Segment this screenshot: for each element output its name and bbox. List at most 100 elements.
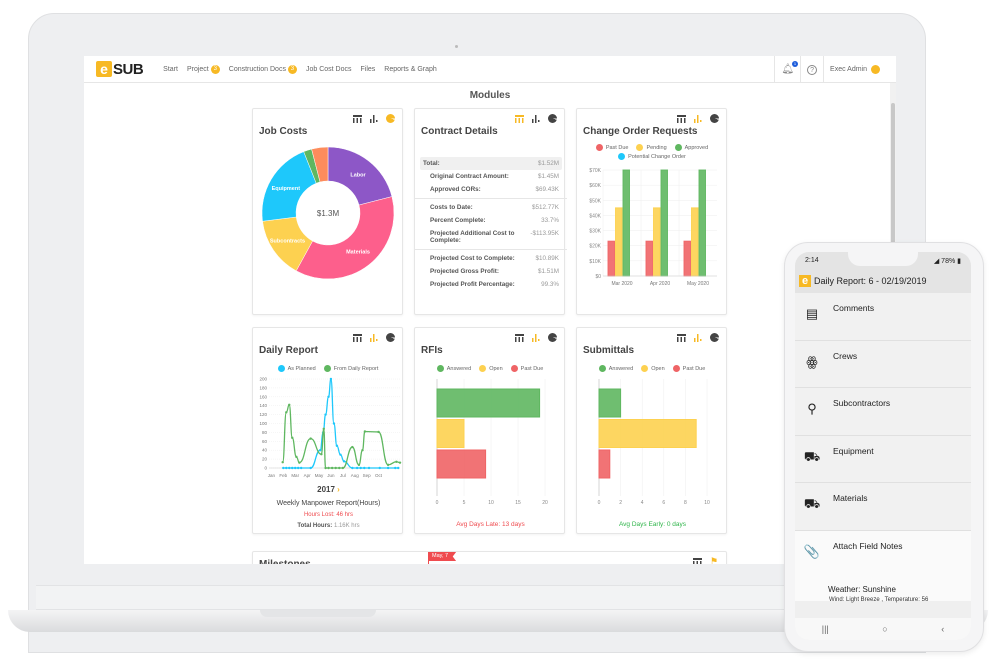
nav-reports-graph[interactable]: Reports & Graph <box>384 66 437 73</box>
milestone-flag[interactable]: May, 7 <box>428 552 457 561</box>
pie-chart-view-icon[interactable] <box>386 114 395 123</box>
hours-lost-value: 46 hrs <box>336 512 354 518</box>
phone-menu-item[interactable]: ⛟ Equipment <box>795 435 971 483</box>
laptop-trackpad-notch <box>260 610 376 617</box>
data-point <box>332 422 336 425</box>
table-view-icon[interactable] <box>515 114 524 123</box>
row-value: $69.43K <box>535 186 559 193</box>
phone-menu-item[interactable]: ꙮ Crews <box>795 340 971 388</box>
data-point <box>335 444 339 447</box>
data-point <box>341 466 345 470</box>
nav-project[interactable]: Project 3 <box>187 64 220 74</box>
pie-chart-view-icon[interactable] <box>548 333 557 342</box>
data-point <box>378 466 381 470</box>
chart-legend: Past Due Pending Approved Potential Change … <box>587 144 717 160</box>
detail-row: Projected Gross Profit: $1.51M <box>420 265 562 278</box>
table-view-icon[interactable] <box>677 114 686 123</box>
legend-item[interactable]: Past Due <box>672 365 705 372</box>
phone-menu-item[interactable]: ⛟ Materials <box>795 483 971 531</box>
x-tick-label: Mar 2020 <box>611 281 632 287</box>
data-point <box>291 436 294 439</box>
slice-label: Labor <box>350 172 366 178</box>
slice-label: Equipment <box>272 186 301 192</box>
notifications-button[interactable]: 🔔︎ 1 <box>774 56 800 83</box>
home-button[interactable]: ○ <box>882 624 887 634</box>
year-selector[interactable]: 2017 › <box>253 485 404 494</box>
y-tick-label: $40K <box>589 213 601 219</box>
nav-start[interactable]: Start <box>163 66 178 73</box>
table-view-icon[interactable] <box>353 333 362 342</box>
y-tick-label: 200 <box>259 377 267 382</box>
legend-item[interactable]: Potential Change Order <box>618 153 686 160</box>
data-point <box>322 427 325 431</box>
data-point <box>359 466 362 470</box>
data-point <box>294 466 297 470</box>
data-point <box>288 403 291 407</box>
table-view-icon[interactable] <box>515 333 524 342</box>
bar-chart-view-icon[interactable] <box>694 333 702 342</box>
x-tick-label: 15 <box>515 500 521 506</box>
nav-construction-docs[interactable]: Construction Docs 3 <box>229 64 297 74</box>
x-tick-label: Jul <box>340 473 346 478</box>
bar-chart-view-icon[interactable] <box>370 114 378 123</box>
phone-menu-item[interactable]: ▤ Comments <box>795 293 971 341</box>
row-label: Percent Complete: <box>430 217 486 224</box>
nav-label: Job Cost Docs <box>305 65 352 73</box>
data-point <box>397 466 400 470</box>
nav-job-cost-docs[interactable]: Job Cost Docs <box>306 66 352 73</box>
legend-item[interactable]: Pending <box>636 144 667 151</box>
user-menu[interactable]: Exec Admin <box>823 56 890 83</box>
row-value: $1.52M <box>537 160 559 167</box>
pie-chart-view-icon[interactable] <box>548 114 557 123</box>
bar-chart-view-icon[interactable] <box>532 114 540 123</box>
page-title: Modules <box>469 90 511 101</box>
pie-chart-view-icon[interactable] <box>710 333 719 342</box>
x-tick-label: May 2020 <box>687 281 709 287</box>
legend-label: From Daily Report <box>333 365 379 372</box>
data-point <box>309 437 312 440</box>
pie-chart-view-icon[interactable] <box>386 333 395 342</box>
back-button[interactable]: ‹ <box>941 624 944 634</box>
row-value: 33.7% <box>541 217 559 224</box>
x-tick-label: Jun <box>327 473 335 478</box>
legend-swatch <box>598 365 606 372</box>
legend-item[interactable]: As Planned <box>277 365 316 372</box>
bar-chart-view-icon[interactable] <box>532 333 540 342</box>
hours-lost: Hours Lost: 46 hrs <box>253 512 404 518</box>
job-costs-donut-chart: Labor Materials Subcontracts Equipment $1.3M <box>261 146 395 280</box>
bar-chart-view-icon[interactable] <box>694 114 702 123</box>
nav-files[interactable]: Files <box>361 66 376 73</box>
data-point <box>296 466 300 470</box>
legend-item[interactable]: Open <box>641 365 665 372</box>
data-point <box>338 466 341 470</box>
legend-item[interactable]: Approved <box>674 144 708 151</box>
bar-chart-view-icon[interactable] <box>370 333 378 342</box>
report-subtitle: Weekly Manpower Report(Hours) <box>276 500 381 507</box>
truck-mixer-icon: ⛟ <box>803 448 821 464</box>
next-year-icon[interactable]: › <box>337 485 340 494</box>
x-tick-label: 0 <box>598 500 601 506</box>
phone-menu-label: Attach Field Notes <box>833 540 903 551</box>
legend-item[interactable]: Answered <box>598 365 633 372</box>
help-button[interactable]: ? <box>800 56 823 83</box>
data-point <box>339 453 342 456</box>
detail-row: Approved CORs: $69.43K <box>420 183 562 196</box>
table-view-icon[interactable] <box>677 333 686 342</box>
recent-apps-button[interactable]: ||| <box>822 624 829 634</box>
legend-item[interactable]: Past Due <box>510 365 543 372</box>
count-badge: 3 <box>287 64 297 74</box>
legend-item[interactable]: Open <box>479 365 503 372</box>
y-tick-label: $50K <box>589 198 601 204</box>
legend-item[interactable]: Past Due <box>595 144 628 151</box>
legend-item[interactable]: From Daily Report <box>323 365 379 372</box>
year-label: 2017 <box>317 485 335 494</box>
legend-item[interactable]: Answered <box>436 365 471 372</box>
esub-logo[interactable]: e SUB <box>96 61 144 78</box>
data-point <box>288 466 291 470</box>
table-view-icon[interactable] <box>353 114 362 123</box>
avatar-icon <box>871 65 880 74</box>
milestone-flag-icon[interactable]: ⚑ <box>710 557 719 565</box>
table-view-icon[interactable] <box>693 557 702 564</box>
phone-menu-item[interactable]: ⚲ Subcontractors <box>795 388 971 436</box>
pie-chart-view-icon[interactable] <box>710 114 719 123</box>
